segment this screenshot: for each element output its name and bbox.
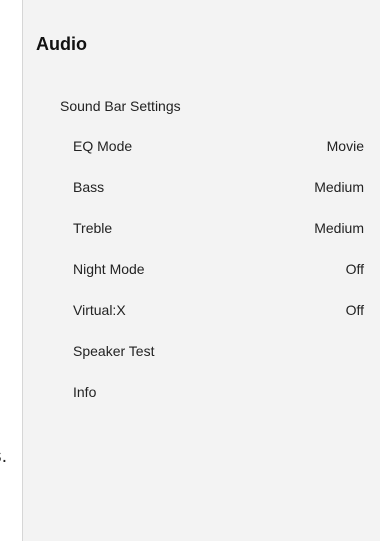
menu-item-speaker-test[interactable]: Speaker Test (23, 331, 380, 372)
menu-item-info[interactable]: Info (23, 372, 380, 413)
panel-title: Audio (36, 34, 87, 54)
sound-bar-settings-menu: EQ Mode Movie Bass Medium Treble Medium … (23, 126, 380, 413)
menu-item-night-mode[interactable]: Night Mode Off (23, 249, 380, 290)
section-header-sound-bar-settings: Sound Bar Settings (60, 98, 181, 114)
menu-item-label: EQ Mode (73, 138, 133, 154)
audio-settings-panel: Audio Sound Bar Settings EQ Mode Movie B… (22, 0, 380, 541)
menu-item-value: Medium (314, 179, 364, 195)
menu-item-label: Speaker Test (73, 343, 155, 359)
menu-item-value: Medium (314, 220, 364, 236)
menu-item-eq-mode[interactable]: EQ Mode Movie (23, 126, 380, 167)
menu-item-treble[interactable]: Treble Medium (23, 208, 380, 249)
menu-item-value: Movie (326, 138, 364, 154)
menu-item-label: Night Mode (73, 261, 145, 277)
menu-item-label: Virtual:X (73, 302, 126, 318)
menu-item-label: Bass (73, 179, 105, 195)
menu-item-value: Off (345, 261, 364, 277)
menu-item-bass[interactable]: Bass Medium (23, 167, 380, 208)
menu-item-label: Treble (73, 220, 113, 236)
menu-item-label: Info (73, 384, 97, 400)
menu-item-value: Off (345, 302, 364, 318)
menu-item-virtual-x[interactable]: Virtual:X Off (23, 290, 380, 331)
background-text-fragment: s. (0, 446, 8, 467)
